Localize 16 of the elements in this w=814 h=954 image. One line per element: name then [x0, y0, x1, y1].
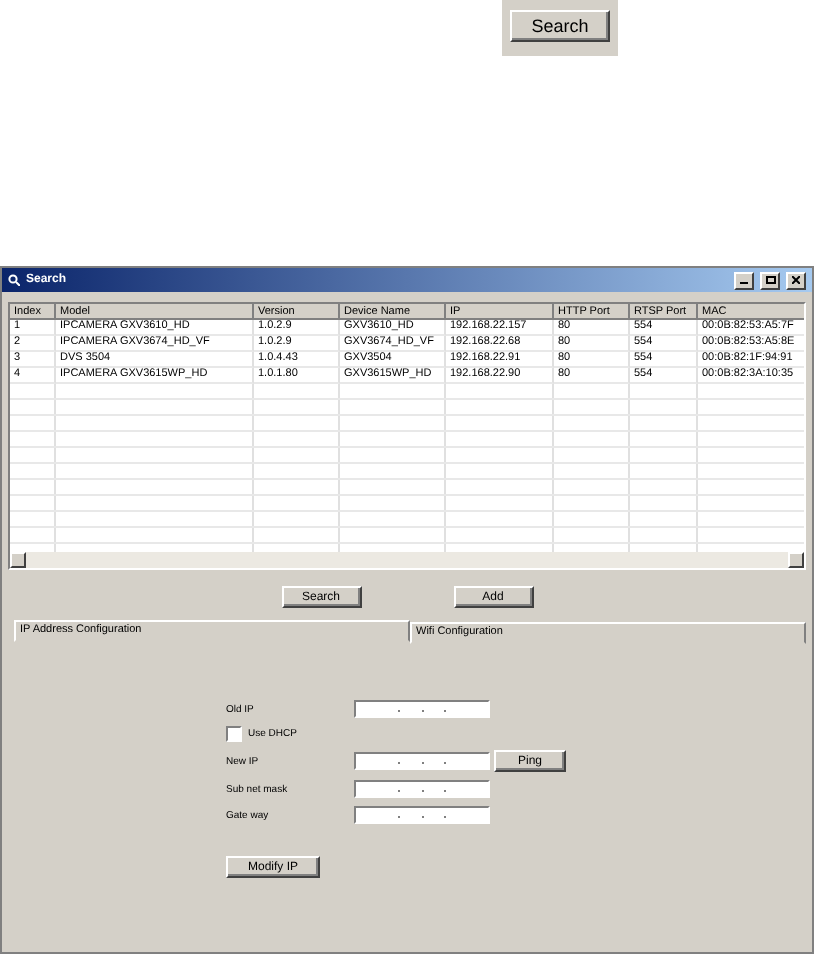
ip-field[interactable] — [354, 780, 490, 798]
close-icon — [792, 276, 800, 284]
maximize-button[interactable] — [760, 271, 780, 289]
scroll-left-button[interactable] — [10, 552, 26, 568]
ip-field[interactable] — [354, 700, 490, 718]
scroll-right-button[interactable] — [788, 552, 804, 568]
close-button[interactable] — [786, 271, 806, 289]
maximize-icon — [765, 276, 775, 284]
ip-field[interactable] — [354, 806, 490, 824]
horizontal-scrollbar[interactable] — [10, 552, 804, 568]
search-icon — [8, 274, 20, 286]
minimize-icon — [740, 276, 748, 284]
checkbox[interactable] — [226, 726, 242, 742]
minimize-button[interactable] — [734, 271, 754, 289]
search-button[interactable]: Search — [510, 10, 610, 42]
ip-field[interactable] — [354, 752, 490, 770]
